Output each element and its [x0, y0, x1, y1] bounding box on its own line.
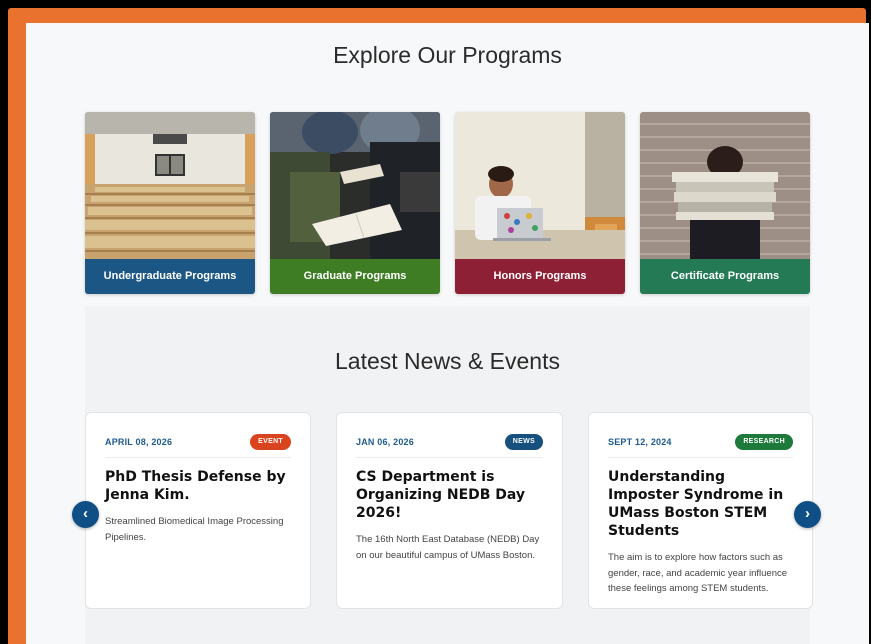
program-card-honors[interactable]: Honors Programs	[455, 112, 625, 294]
news-date: SEPT 12, 2024	[608, 437, 672, 447]
students-notebooks-image	[270, 112, 440, 259]
news-date: JAN 06, 2026	[356, 437, 414, 447]
carousel-prev-button[interactable]: ‹	[72, 501, 99, 528]
news-meta: SEPT 12, 2024 RESEARCH	[608, 433, 793, 451]
news-title[interactable]: PhD Thesis Defense by Jenna Kim.	[105, 468, 291, 504]
chevron-left-icon: ‹	[83, 505, 88, 522]
news-description: Streamlined Biomedical Image Processing …	[105, 516, 284, 543]
page-frame: Explore Our Programs Undergraduate Progr…	[8, 8, 869, 644]
carousel-next-button[interactable]: ›	[794, 501, 821, 528]
news-description: The aim is to explore how factors such a…	[608, 552, 788, 594]
news-meta: APRIL 08, 2026 EVENT	[105, 433, 291, 451]
program-card-graduate[interactable]: Graduate Programs	[270, 112, 440, 294]
person-books-image	[640, 112, 810, 259]
program-card-certificate[interactable]: Certificate Programs	[640, 112, 810, 294]
lecture-hall-image	[85, 112, 255, 259]
news-badge-event: EVENT	[250, 434, 291, 450]
news-title[interactable]: CS Department is Organizing NEDB Day 202…	[356, 468, 543, 522]
news-badge-news: NEWS	[504, 434, 543, 450]
news-card[interactable]: JAN 06, 2026 NEWS CS Department is Organ…	[336, 412, 563, 609]
news-title[interactable]: Understanding Imposter Syndrome in UMass…	[608, 468, 793, 540]
program-label-honors: Honors Programs	[455, 259, 625, 294]
news-section-title: Latest News & Events	[335, 348, 560, 374]
news-badge-research: RESEARCH	[735, 434, 793, 450]
news-divider	[356, 457, 543, 458]
news-card[interactable]: SEPT 12, 2024 RESEARCH Understanding Imp…	[588, 412, 813, 609]
program-label-undergraduate: Undergraduate Programs	[85, 259, 255, 294]
news-meta: JAN 06, 2026 NEWS	[356, 433, 543, 451]
program-label-graduate: Graduate Programs	[270, 259, 440, 294]
content-panel: Explore Our Programs Undergraduate Progr…	[26, 23, 869, 644]
programs-section-title: Explore Our Programs	[333, 42, 562, 68]
chevron-right-icon: ›	[805, 505, 810, 522]
program-label-certificate: Certificate Programs	[640, 259, 810, 294]
student-laptop-image	[455, 112, 625, 259]
news-divider	[105, 457, 291, 458]
news-date: APRIL 08, 2026	[105, 437, 173, 447]
program-card-undergraduate[interactable]: Undergraduate Programs	[85, 112, 255, 294]
news-divider	[608, 457, 793, 458]
news-card[interactable]: APRIL 08, 2026 EVENT PhD Thesis Defense …	[85, 412, 311, 609]
news-description: The 16th North East Database (NEDB) Day …	[356, 534, 540, 561]
